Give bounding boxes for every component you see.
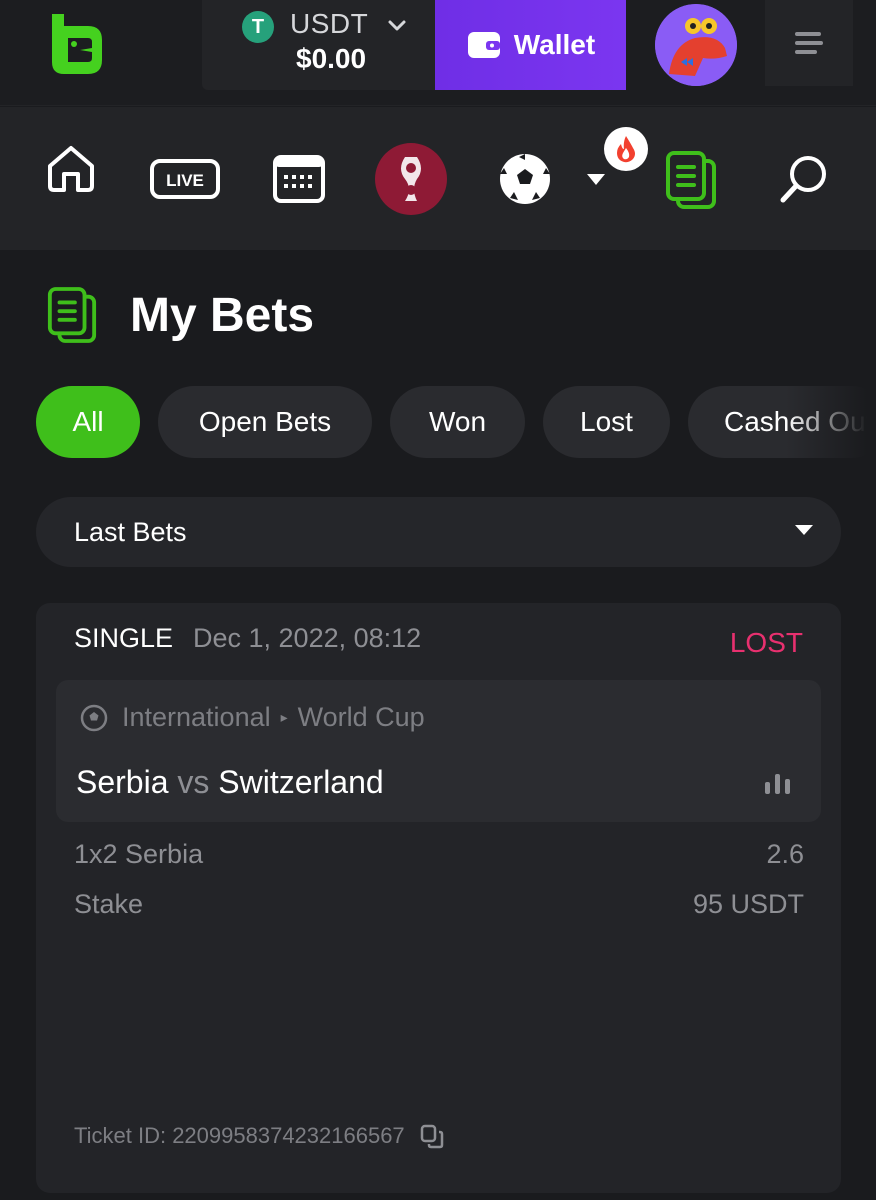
my-bets-icon	[47, 287, 97, 343]
filter-lost[interactable]: Lost	[543, 386, 670, 458]
balance-selector[interactable]: T USDT $0.00	[202, 0, 436, 90]
status-badge: LOST	[729, 627, 803, 658]
league-region: International	[122, 702, 271, 732]
nav-soccer[interactable]	[498, 152, 552, 206]
nav-world-cup[interactable]	[375, 143, 447, 215]
avatar[interactable]	[655, 4, 737, 86]
stats-icon[interactable]	[763, 772, 793, 796]
menu-button[interactable]	[765, 0, 853, 86]
vs-label: vs	[177, 764, 210, 800]
scroll-fade	[786, 386, 876, 458]
stake-value: 95 USDT	[692, 889, 804, 919]
page-title: My Bets	[130, 288, 315, 342]
market-row: 1x2 Serbia 2.6	[74, 839, 804, 870]
nav-more-dropdown[interactable]	[586, 173, 606, 187]
nav-live[interactable]: LIVE	[150, 159, 220, 199]
dropdown-icon	[587, 174, 605, 185]
stake-row: Stake 95 USDT	[74, 889, 804, 920]
stake-label: Stake	[74, 889, 144, 919]
caret-down-icon	[795, 525, 813, 535]
ticket-id-text: Ticket ID: 2209958374232166567	[74, 1123, 405, 1148]
chevron-down-icon[interactable]	[386, 14, 408, 36]
hot-badge	[604, 127, 648, 171]
filter-open-bets[interactable]: Open Bets	[158, 386, 372, 458]
tether-icon: T	[242, 11, 274, 43]
league-breadcrumb: International ▸ World Cup	[80, 702, 425, 733]
breadcrumb-separator-icon: ▸	[280, 709, 288, 725]
world-cup-icon	[375, 143, 447, 215]
filter-tabs: All Open Bets Won Lost Cashed Out	[36, 386, 876, 458]
my-bets-icon	[666, 151, 716, 209]
soccer-ball-icon	[80, 704, 108, 731]
market-label: 1x2 Serbia	[74, 839, 204, 869]
fire-icon	[617, 136, 635, 163]
nav-search[interactable]	[778, 153, 830, 205]
bets-period-dropdown[interactable]: Last Bets	[36, 497, 841, 567]
menu-icon	[795, 32, 823, 54]
calendar-icon	[273, 155, 325, 203]
page-header: My Bets	[46, 284, 314, 346]
match-teams: Serbia vs Switzerland	[76, 764, 384, 801]
match-info[interactable]: International ▸ World Cup Serbia vs Swit…	[56, 680, 821, 822]
balance-amount: $0.00	[296, 43, 367, 74]
league-name: World Cup	[297, 702, 425, 732]
nav-calendar[interactable]	[272, 151, 326, 205]
wallet-label: Wallet	[513, 29, 596, 60]
soccer-ball-icon	[500, 154, 550, 204]
sports-nav: LIVE	[0, 107, 876, 250]
live-icon: LIVE	[150, 159, 220, 199]
odds-value: 2.6	[766, 839, 804, 869]
logo[interactable]	[44, 8, 106, 80]
ticket-id: Ticket ID: 2209958374232166567	[74, 1123, 445, 1149]
bet-type: SINGLE	[74, 623, 174, 653]
copy-icon[interactable]	[419, 1123, 445, 1149]
bet-card[interactable]: SINGLE Dec 1, 2022, 08:12 LOST Internati…	[36, 603, 841, 1193]
nav-home[interactable]	[44, 142, 98, 194]
nav-my-bets[interactable]	[664, 149, 718, 211]
bet-date: Dec 1, 2022, 08:12	[193, 623, 422, 653]
dropdown-selected: Last Bets	[74, 517, 187, 547]
filter-won[interactable]: Won	[390, 386, 525, 458]
wallet-icon	[467, 32, 500, 58]
svg-text:LIVE: LIVE	[166, 171, 204, 190]
wallet-button[interactable]: Wallet	[435, 0, 626, 90]
home-icon	[48, 146, 94, 192]
team-away: Switzerland	[218, 764, 384, 800]
top-bar: T USDT $0.00 Wallet	[0, 0, 876, 106]
search-icon	[780, 156, 826, 203]
team-home: Serbia	[76, 764, 169, 800]
currency-label: USDT	[290, 8, 369, 39]
filter-all[interactable]: All	[36, 386, 140, 458]
